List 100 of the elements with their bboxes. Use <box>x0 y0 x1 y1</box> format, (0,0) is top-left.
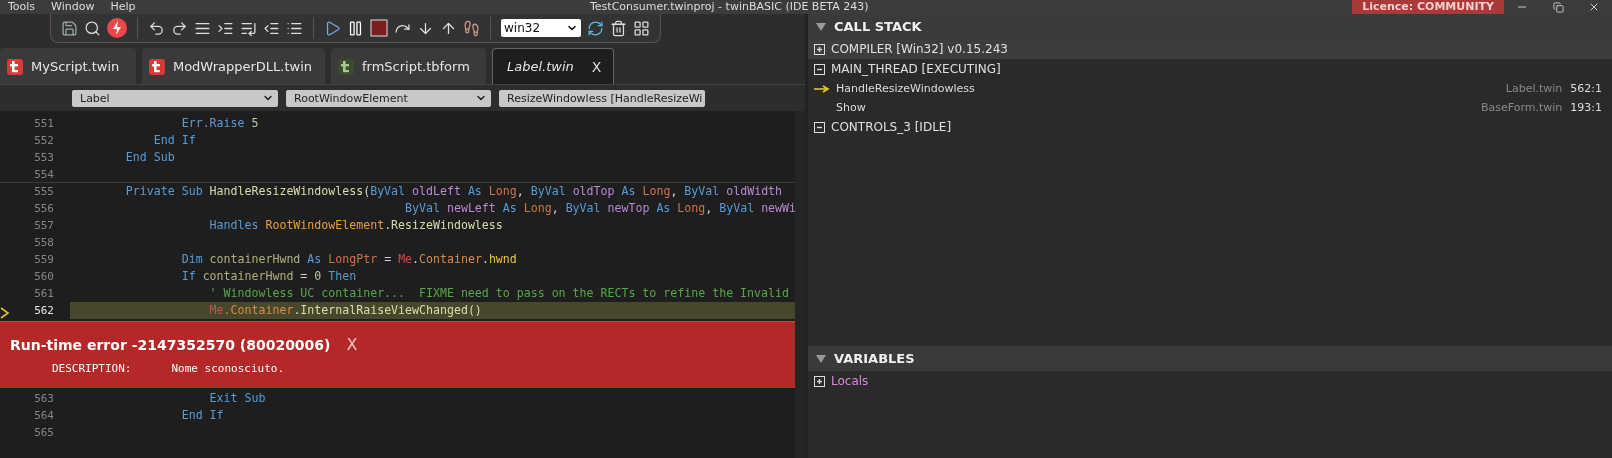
form-file-icon <box>338 58 354 75</box>
code-token: LongPtr <box>328 252 378 266</box>
menu-item[interactable]: Window <box>43 0 103 14</box>
caret-icon[interactable] <box>816 354 826 363</box>
code-token: Long <box>642 184 671 198</box>
code-token: , <box>551 201 560 215</box>
code-token: As <box>502 201 518 215</box>
line-number: 554 <box>34 167 55 181</box>
code-token: Then <box>327 269 357 283</box>
file-tab[interactable]: Label.twin X <box>492 48 614 84</box>
line-number: 559 <box>34 252 55 266</box>
code-token: oldWidth <box>726 184 783 198</box>
refresh-icon[interactable] <box>587 19 604 37</box>
trash-icon[interactable] <box>610 19 627 37</box>
code-token: newTop <box>607 201 651 215</box>
footprints-icon[interactable] <box>463 19 480 37</box>
frame-location: 562:1 <box>1570 82 1602 95</box>
code-token: .InternalRaiseViewChanged() <box>293 303 482 317</box>
expand-icon[interactable] <box>814 43 825 55</box>
variable-group[interactable]: Locals <box>831 374 869 388</box>
module-file-icon <box>149 58 165 75</box>
thread-row[interactable]: CONTROLS_3 [IDLE] <box>808 117 1612 137</box>
code-token: Private Sub <box>125 184 204 198</box>
error-label: DESCRIPTION: <box>52 362 132 375</box>
thread-row[interactable]: COMPILER [Win32] v0.15.243 <box>808 39 1612 59</box>
grid-icon[interactable] <box>633 19 650 37</box>
file-tab[interactable]: ModWrapperDLL.twin <box>142 48 325 84</box>
code-token: ByVal <box>370 184 407 198</box>
code-token: As <box>307 252 323 266</box>
code-token: containerHwnd <box>202 269 294 283</box>
panel-header[interactable]: VARIABLES <box>808 346 1612 371</box>
tab-close[interactable]: X <box>591 58 602 75</box>
line-number: 564 <box>34 408 55 422</box>
thread-label: COMPILER [Win32] v0.15.243 <box>831 42 1008 56</box>
caret-icon[interactable] <box>816 22 826 31</box>
thread-row[interactable]: MAIN_THREAD [EXECUTING] <box>808 59 1612 79</box>
code-token: Me <box>209 303 224 317</box>
file-tab[interactable]: frmScript.tbform <box>331 48 486 84</box>
code-token: If <box>181 269 197 283</box>
code-token: ResizeWindowless <box>391 218 503 232</box>
code-token: ByVal <box>719 201 756 215</box>
code-token: Exit Sub <box>209 391 266 405</box>
code-selector[interactable]: Label <box>72 89 278 107</box>
line-number: 563 <box>34 391 55 405</box>
code-token: As <box>656 201 672 215</box>
play-icon[interactable] <box>324 19 341 37</box>
code-token: = <box>383 252 393 266</box>
search-icon[interactable] <box>84 19 101 37</box>
target-select[interactable]: win32 <box>501 19 581 37</box>
line-number: 558 <box>34 235 55 249</box>
code-selector[interactable]: RootWindowElement <box>286 89 491 107</box>
code-token: As <box>467 184 483 198</box>
code-token: RootWindowElement <box>265 218 385 232</box>
code-token: , <box>705 201 714 215</box>
error-close[interactable]: X <box>346 335 358 354</box>
menu-item[interactable]: Tools <box>0 0 44 14</box>
expand-icon[interactable] <box>814 375 825 387</box>
code-token: Me <box>398 252 413 266</box>
stack-frame[interactable]: Show BaseForm.twin 193:1 <box>808 98 1612 117</box>
panel-title: VARIABLES <box>834 351 915 366</box>
panel-header[interactable]: CALL STACK <box>808 14 1612 39</box>
code-token: Err.Raise <box>181 116 245 130</box>
frame-location: 193:1 <box>1570 101 1602 114</box>
panel-title: CALL STACK <box>834 19 922 34</box>
code-token: ' Windowless UC container... FIXME need to pass on the RECTs to refine the Invalid <box>209 286 789 300</box>
collapse-icon[interactable] <box>814 63 825 75</box>
pause-icon[interactable] <box>347 19 364 37</box>
frame-name: Show <box>836 101 866 114</box>
code-token: Long <box>523 201 552 215</box>
collapse-icon[interactable] <box>814 121 825 133</box>
code-token: ByVal <box>565 201 602 215</box>
code-selector[interactable]: ResizeWindowless [HandleResizeWi <box>499 89 705 107</box>
line-number: 551 <box>34 116 55 130</box>
error-message: Nome sconosciuto. <box>171 362 285 375</box>
stack-frame[interactable]: HandleResizeWindowless Label.twin 562:1 <box>808 79 1612 98</box>
code-token: . <box>481 252 489 266</box>
lightning-icon[interactable] <box>107 18 127 38</box>
restore-icon[interactable] <box>1552 1 1564 13</box>
code-token: oldTop <box>572 184 616 198</box>
thread-label: CONTROLS_3 [IDLE] <box>831 120 952 134</box>
stop-icon[interactable] <box>370 19 388 37</box>
undo-icon[interactable] <box>148 19 165 37</box>
save-icon[interactable] <box>61 19 78 37</box>
frame-file: Label.twin <box>1505 82 1563 95</box>
frame-file: BaseForm.twin <box>1480 101 1563 114</box>
code-token: ByVal <box>405 201 441 215</box>
code-token: , <box>670 184 679 198</box>
thread-label: MAIN_THREAD [EXECUTING] <box>831 62 1001 76</box>
menu-item[interactable]: Help <box>102 0 144 14</box>
line-number: 560 <box>34 269 55 283</box>
line-number: 556 <box>34 201 55 215</box>
error-title: Run-time error -2147352570 (80020006) <box>10 336 331 353</box>
window-title: TestConsumer.twinproj - twinBASIC (IDE BETA 243) <box>590 0 869 14</box>
code-token: As <box>621 184 637 198</box>
code-token: hwnd <box>488 252 517 266</box>
close-icon[interactable] <box>1588 1 1600 13</box>
code-token: Container <box>419 252 482 266</box>
file-tab[interactable]: MyScript.twin <box>0 48 136 84</box>
code-token: Handles <box>209 218 260 232</box>
redo-icon[interactable] <box>171 19 188 37</box>
